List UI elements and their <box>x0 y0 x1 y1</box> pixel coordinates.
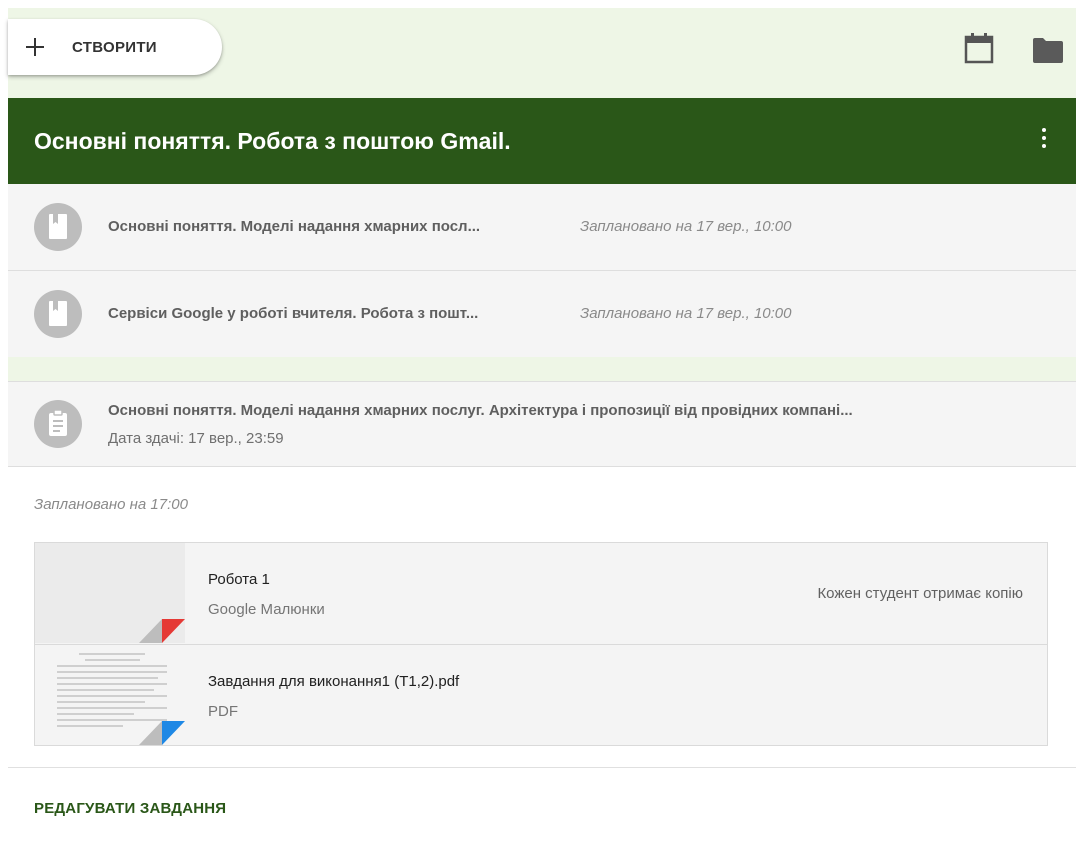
assignment-due-date: Дата здачі: 17 вер., 23:59 <box>108 430 284 447</box>
assignment-icon <box>34 400 82 448</box>
material-schedule: Заплановано на 17 вер., 10:00 <box>580 305 792 322</box>
edit-assignment-button[interactable]: РЕДАГУВАТИ ЗАВДАННЯ <box>34 800 226 817</box>
material-schedule: Заплановано на 17 вер., 10:00 <box>580 218 792 235</box>
bookmark-icon <box>34 290 82 338</box>
material-row[interactable]: Сервіси Google у роботі вчителя. Робота … <box>8 271 1076 358</box>
material-title: Сервіси Google у роботі вчителя. Робота … <box>108 305 479 322</box>
assignment-row[interactable]: Основні поняття. Моделі надання хмарних … <box>8 382 1076 467</box>
create-button-label: СТВОРИТИ <box>72 38 157 56</box>
attachment-item[interactable]: Завдання для виконання1 (Т1,2).pdf PDF <box>35 644 1047 745</box>
file-corner-icon <box>139 619 185 643</box>
create-button[interactable]: СТВОРИТИ <box>8 19 222 75</box>
material-row[interactable]: Основні поняття. Моделі надання хмарних … <box>8 184 1076 271</box>
folder-icon[interactable] <box>1032 36 1064 64</box>
pdf-thumbnail <box>35 645 185 745</box>
divider <box>8 767 1076 768</box>
calendar-icon[interactable] <box>963 32 995 64</box>
attachment-type: PDF <box>208 703 238 720</box>
attachment-name: Завдання для виконання1 (Т1,2).pdf <box>208 673 460 690</box>
attachment-item[interactable]: Робота 1 Google Малюнки Кожен студент от… <box>35 543 1047 643</box>
copy-mode-label: Кожен студент отримає копію <box>817 585 1023 602</box>
attachments-list: Робота 1 Google Малюнки Кожен студент от… <box>34 542 1048 746</box>
material-title: Основні поняття. Моделі надання хмарних … <box>108 218 481 235</box>
scheduled-time: Заплановано на 17:00 <box>34 496 188 513</box>
more-options-icon[interactable] <box>1036 128 1052 156</box>
top-toolbar: СТВОРИТИ <box>8 8 1076 98</box>
section-gap <box>8 357 1076 382</box>
file-corner-icon <box>139 721 185 745</box>
bookmark-icon <box>34 203 82 251</box>
topic-title: Основні поняття. Робота з поштою Gmail. <box>34 128 511 154</box>
plus-icon <box>24 36 46 58</box>
attachment-type: Google Малюнки <box>208 601 325 618</box>
assignment-title: Основні поняття. Моделі надання хмарних … <box>108 402 853 419</box>
attachment-name: Робота 1 <box>208 571 270 588</box>
drawing-thumbnail <box>35 543 185 643</box>
topic-header: Основні поняття. Робота з поштою Gmail. <box>8 98 1076 184</box>
